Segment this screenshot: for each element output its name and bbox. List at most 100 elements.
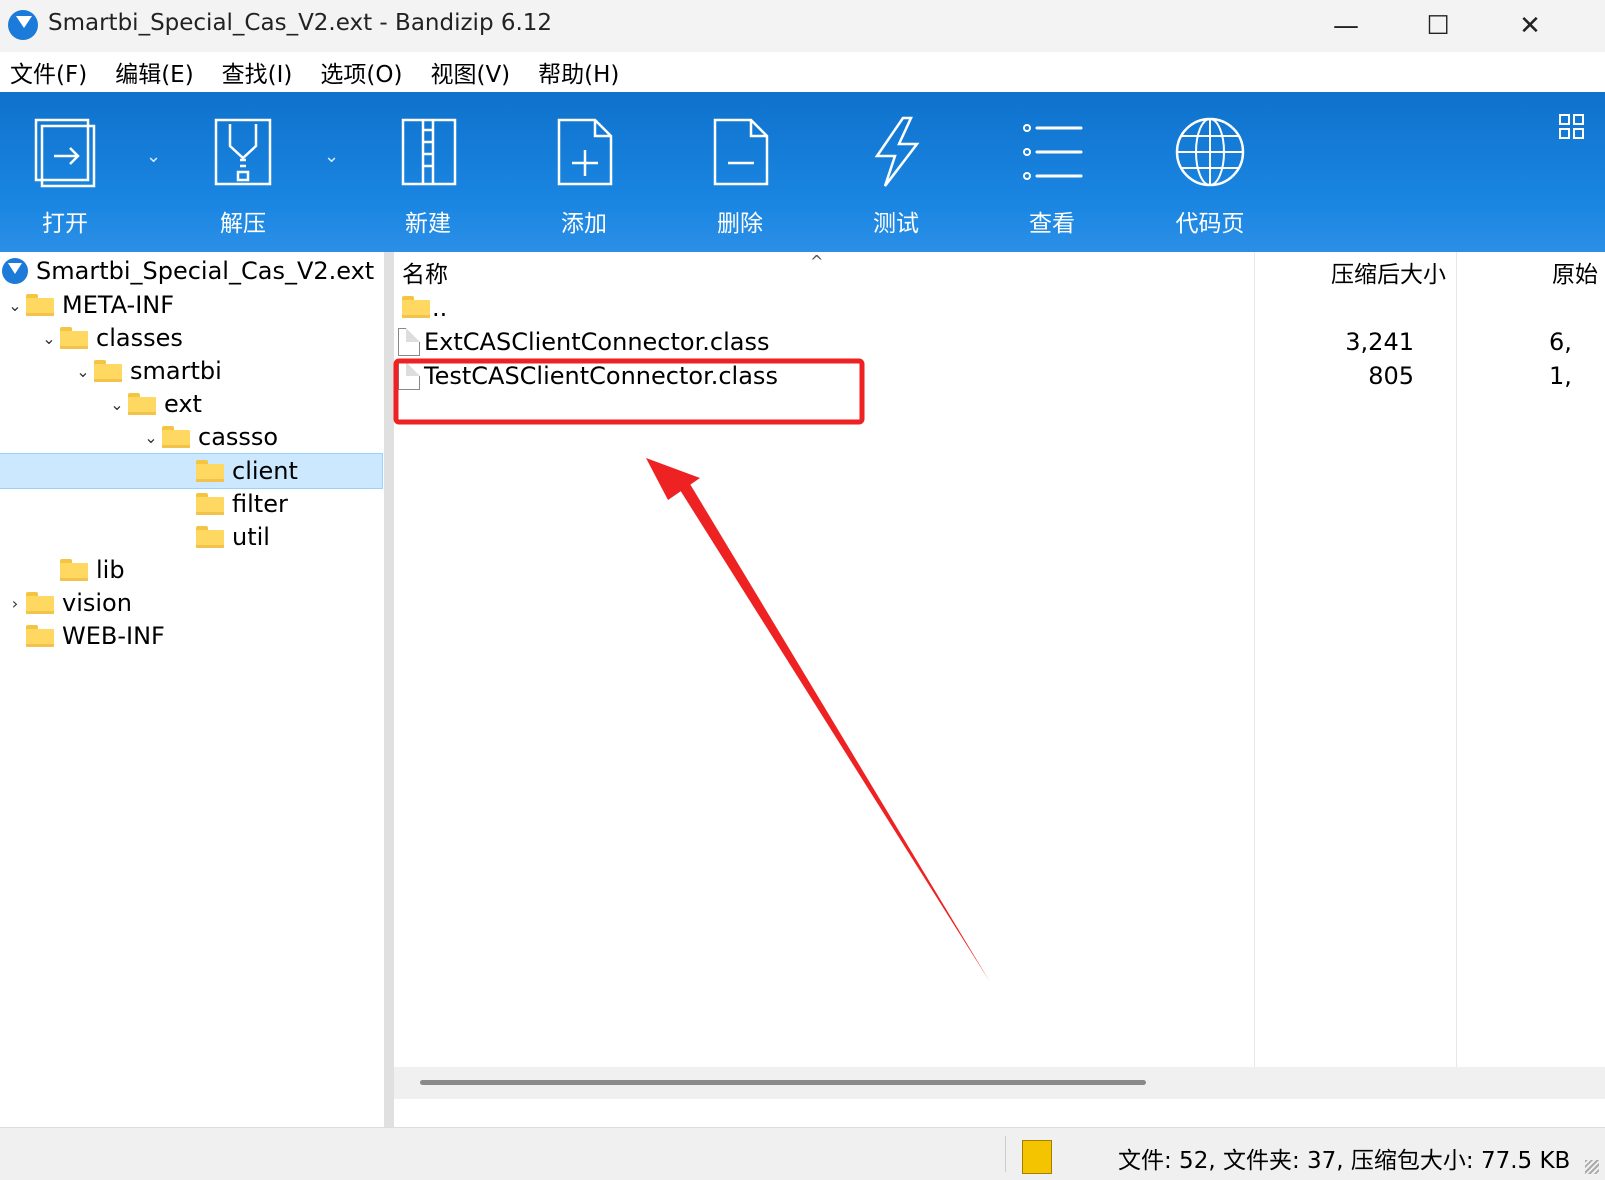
delete-label: 删除 <box>717 211 763 237</box>
bandizip-app-icon <box>8 10 38 40</box>
layout-grid-icon[interactable] <box>1559 114 1585 140</box>
original-size: 6, <box>1549 328 1572 356</box>
list-view-icon <box>1023 124 1083 180</box>
folder-icon <box>26 625 54 647</box>
open-icon <box>34 118 96 188</box>
file-list: 名称 ^ 压缩后大小 原始 .. ExtCASClientConnector.c… <box>394 252 1605 1127</box>
menu-find[interactable]: 查找(I) <box>222 55 293 89</box>
parent-folder-label: .. <box>432 294 448 322</box>
toolbar: 打开 ⌄ 解压 ⌄ 新建 添加 删除 测试 查看 代码页 <box>0 92 1605 252</box>
column-header-name[interactable]: 名称 <box>402 252 448 292</box>
tree-item-vision[interactable]: › vision <box>0 586 386 620</box>
minimize-button[interactable]: — <box>1300 0 1392 52</box>
chevron-down-icon[interactable]: ⌄ <box>140 428 162 447</box>
tree-item-label: classes <box>96 324 183 352</box>
add-label: 添加 <box>561 211 607 237</box>
tree-item-label: cassso <box>198 423 279 451</box>
file-icon <box>398 362 420 390</box>
folder-icon <box>60 559 88 581</box>
new-archive-label: 新建 <box>405 211 451 237</box>
folder-icon <box>26 294 54 316</box>
status-divider <box>1005 1136 1006 1172</box>
chevron-down-icon[interactable]: ⌄ <box>72 362 94 381</box>
menu-edit[interactable]: 编辑(E) <box>115 55 193 89</box>
packed-size: 805 <box>1368 362 1414 390</box>
view-label: 查看 <box>1029 211 1075 237</box>
window-title: Smartbi_Special_Cas_V2.ext - Bandizip 6.… <box>48 10 553 36</box>
table-row[interactable]: TestCASClientConnector.class 805 1, <box>394 360 1605 394</box>
tree-item-lib[interactable]: lib <box>0 553 420 587</box>
folder-icon <box>162 426 190 448</box>
list-item-parent[interactable]: .. <box>394 292 1605 326</box>
tree-item-label: WEB-INF <box>62 622 165 650</box>
menu-view[interactable]: 视图(V) <box>430 55 510 89</box>
archive-icon <box>2 258 28 284</box>
tree-item-client[interactable]: client <box>0 453 383 489</box>
view-button[interactable]: 查看 <box>992 116 1112 246</box>
tree-item-label: smartbi <box>130 357 222 385</box>
folder-icon <box>128 393 156 415</box>
pane-splitter[interactable] <box>384 252 394 1127</box>
maximize-button[interactable]: ☐ <box>1392 0 1484 52</box>
file-name: ExtCASClientConnector.class <box>424 328 770 356</box>
add-file-icon <box>557 118 613 186</box>
tree-item-label: META-INF <box>62 291 175 319</box>
chevron-right-icon[interactable]: › <box>4 594 26 613</box>
menu-bar: 文件(F) 编辑(E) 查找(I) 选项(O) 视图(V) 帮助(H) <box>0 52 1605 92</box>
menu-options[interactable]: 选项(O) <box>320 55 402 89</box>
folder-icon <box>196 526 224 548</box>
delete-button[interactable]: 删除 <box>680 116 800 246</box>
test-label: 测试 <box>873 211 919 237</box>
close-button[interactable]: ✕ <box>1484 0 1576 52</box>
tree-item-label: ext <box>164 390 202 418</box>
extract-button[interactable]: 解压 <box>183 116 303 246</box>
codepage-button[interactable]: 代码页 <box>1150 116 1270 246</box>
archive-status-icon <box>1022 1140 1052 1174</box>
folder-icon <box>196 493 224 515</box>
file-icon <box>398 328 420 356</box>
menu-file[interactable]: 文件(F) <box>10 55 87 89</box>
folder-icon <box>60 327 88 349</box>
tree-item-label: filter <box>232 490 288 518</box>
open-dropdown-chevron-icon[interactable]: ⌄ <box>146 146 161 167</box>
menu-help[interactable]: 帮助(H) <box>538 55 619 89</box>
tree-item-label: client <box>232 457 298 485</box>
status-bar: 文件: 52, 文件夹: 37, 压缩包大小: 77.5 KB <box>0 1127 1605 1180</box>
extract-label: 解压 <box>220 211 266 237</box>
status-text: 文件: 52, 文件夹: 37, 压缩包大小: 77.5 KB <box>1118 1148 1571 1174</box>
table-row[interactable]: ExtCASClientConnector.class 3,241 6, <box>394 326 1605 360</box>
new-archive-icon <box>401 118 457 186</box>
chevron-down-icon[interactable]: ⌄ <box>106 395 128 414</box>
title-bar: Smartbi_Special_Cas_V2.ext - Bandizip 6.… <box>0 0 1605 52</box>
folder-icon <box>402 296 430 318</box>
packed-size: 3,241 <box>1345 328 1414 356</box>
tree-root[interactable]: Smartbi_Special_Cas_V2.ext <box>0 254 384 288</box>
open-button[interactable]: 打开 <box>5 116 125 246</box>
tree-root-label: Smartbi_Special_Cas_V2.ext <box>36 257 375 285</box>
tree-item-label: util <box>232 523 270 551</box>
tree-item-classes[interactable]: ⌄ classes <box>0 321 420 355</box>
sort-ascending-icon: ^ <box>810 252 824 271</box>
folder-icon <box>26 592 54 614</box>
codepage-label: 代码页 <box>1175 211 1245 237</box>
tree-item-label: vision <box>62 589 132 617</box>
extract-dropdown-chevron-icon[interactable]: ⌄ <box>324 146 339 167</box>
test-button[interactable]: 测试 <box>836 116 956 246</box>
extract-icon <box>214 118 272 186</box>
horizontal-scrollbar-thumb[interactable] <box>420 1080 1146 1085</box>
tree-item-meta-inf[interactable]: ⌄ META-INF <box>0 288 386 322</box>
globe-icon <box>1175 117 1245 187</box>
tree-item-web-inf[interactable]: WEB-INF <box>0 619 386 653</box>
file-name: TestCASClientConnector.class <box>424 362 778 390</box>
chevron-down-icon[interactable]: ⌄ <box>38 329 60 348</box>
column-header-packed-size[interactable]: 压缩后大小 <box>1331 252 1446 292</box>
add-button[interactable]: 添加 <box>524 116 644 246</box>
open-label: 打开 <box>42 211 88 237</box>
folder-icon <box>94 360 122 382</box>
chevron-down-icon[interactable]: ⌄ <box>4 296 26 315</box>
lightning-icon <box>874 116 920 187</box>
tree-item-label: lib <box>96 556 125 584</box>
new-archive-button[interactable]: 新建 <box>368 116 488 246</box>
column-header-original-size[interactable]: 原始 <box>1552 252 1598 292</box>
resize-grip-icon[interactable] <box>1585 1160 1599 1174</box>
